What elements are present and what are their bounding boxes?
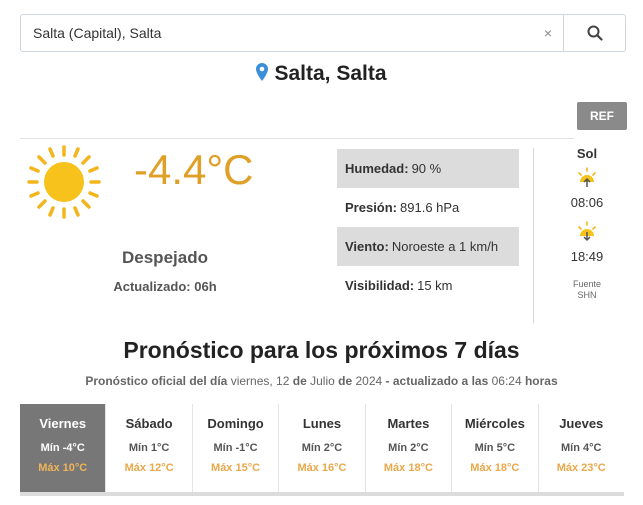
pressure-label: Presión:: [345, 200, 398, 215]
wind-row: Viento: Noroeste a 1 km/h: [337, 227, 519, 266]
current-temperature: -4.4°C: [134, 146, 254, 193]
day-max: Máx 16°C: [297, 462, 347, 474]
forecast-sub-de2: de: [338, 374, 353, 388]
day-tab-lunes[interactable]: Lunes Mín 2°C Máx 16°C: [279, 404, 366, 492]
forecast-sub-prefix: Pronóstico oficial del día: [85, 374, 228, 388]
sun-icon: [27, 145, 101, 219]
day-name: Domingo: [207, 416, 264, 431]
forecast-title: Pronóstico para los próximos 7 días: [123, 337, 520, 363]
humidity-label: Humedad:: [345, 161, 409, 176]
forecast-sub-year: 2024: [355, 374, 383, 388]
day-tab-sabado[interactable]: Sábado Mín 1°C Máx 12°C: [106, 404, 193, 492]
visibility-value: 15 km: [417, 278, 453, 293]
day-min: Mín -4°C: [40, 442, 85, 454]
sunrise-time: 08:06: [570, 195, 604, 210]
day-tab-viernes[interactable]: Viernes Mín -4°C Máx 10°C: [20, 404, 107, 492]
humidity-value: 90 %: [411, 161, 442, 176]
search-input[interactable]: [21, 15, 533, 51]
day-min: Mín 5°C: [474, 442, 516, 454]
humidity-row: Humedad: 90 %: [337, 149, 519, 188]
day-name: Viernes: [39, 416, 87, 431]
condition-label: Despejado: [122, 248, 208, 267]
day-min: Mín 2°C: [388, 442, 429, 454]
day-min: Mín 1°C: [128, 442, 170, 454]
details-table: Humedad: 90 % Presión: 891.6 hPa Viento:…: [337, 149, 519, 305]
forecast-bottom-bar: [20, 492, 624, 496]
visibility-row: Visibilidad: 15 km: [337, 266, 519, 305]
search-button[interactable]: [563, 15, 625, 51]
day-min: Mín -1°C: [213, 442, 258, 454]
day-max: Máx 18°C: [470, 462, 520, 474]
day-max: Máx 12°C: [124, 462, 174, 474]
forecast-sub-month: Julio: [310, 374, 335, 388]
day-name: Jueves: [559, 416, 604, 431]
search-bar: ×: [20, 14, 626, 52]
pressure-value: 891.6 hPa: [400, 200, 460, 215]
forecast-sub-de1: de: [292, 374, 307, 388]
day-tab-miercoles[interactable]: Miércoles Mín 5°C Máx 18°C: [452, 404, 539, 492]
source-name: SHN: [577, 290, 597, 300]
forecast-sub-hours: horas: [524, 374, 558, 388]
day-name: Lunes: [302, 416, 342, 431]
sunset-icon: [560, 221, 614, 243]
forecast-days: Viernes Mín -4°C Máx 10°C Sábado Mín 1°C…: [20, 404, 624, 492]
day-name: Miércoles: [464, 416, 525, 431]
search-icon: [587, 25, 603, 41]
day-max: Máx 15°C: [211, 462, 261, 474]
forecast-sub-date: viernes, 12: [230, 374, 290, 388]
sun-title: Sol: [576, 146, 598, 161]
source-label: Fuente: [572, 279, 602, 289]
day-max: Máx 23°C: [556, 462, 606, 474]
clear-search-button[interactable]: ×: [533, 15, 563, 51]
sunrise-icon: [560, 167, 614, 189]
forecast-sub-updated: - actualizado a las: [385, 374, 489, 388]
day-tab-martes[interactable]: Martes Mín 2°C Máx 18°C: [366, 404, 453, 492]
sunset-time: 18:49: [570, 249, 604, 264]
day-max: Máx 18°C: [383, 462, 433, 474]
pressure-row: Presión: 891.6 hPa: [337, 188, 519, 227]
wind-label: Viento:: [345, 239, 389, 254]
wind-value: Noroeste a 1 km/h: [391, 239, 499, 254]
location-name: Salta, Salta: [274, 62, 387, 85]
sun-divider: [533, 148, 534, 323]
sun-source: Fuente SHN: [560, 279, 614, 301]
day-min: Mín 2°C: [301, 442, 343, 454]
ref-button[interactable]: REF: [577, 102, 627, 130]
day-max: Máx 10°C: [38, 462, 88, 474]
day-tab-domingo[interactable]: Domingo Mín -1°C Máx 15°C: [193, 404, 280, 492]
forecast-subtitle: Pronóstico oficial del día viernes, 12 d…: [0, 374, 643, 388]
updated-label: Actualizado: 06h: [113, 279, 217, 294]
divider: [20, 138, 574, 139]
visibility-label: Visibilidad:: [345, 278, 415, 293]
day-name: Martes: [387, 416, 430, 431]
location-title: Salta, Salta: [0, 62, 643, 86]
day-min: Mín 4°C: [561, 442, 602, 454]
day-name: Sábado: [125, 416, 173, 431]
map-pin-icon: [256, 63, 269, 81]
forecast-sub-time: 06:24: [491, 374, 522, 388]
day-tab-jueves[interactable]: Jueves Mín 4°C Máx 23°C: [539, 404, 624, 492]
